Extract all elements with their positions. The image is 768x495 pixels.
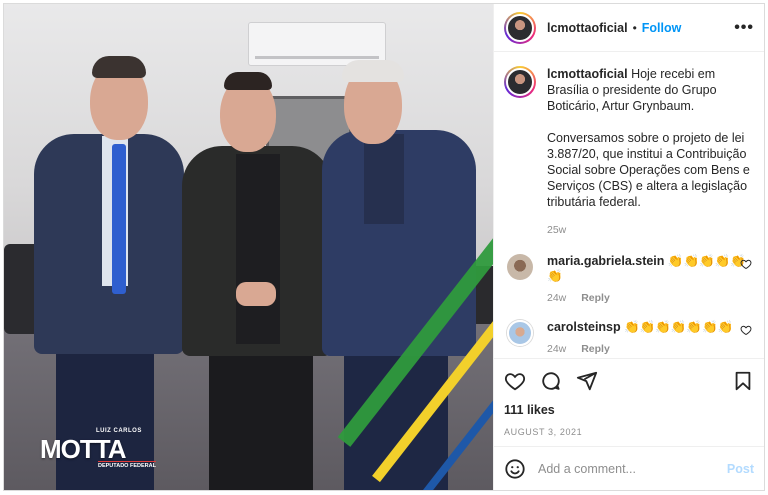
post-actions: 111 likes AUGUST 3, 2021 bbox=[494, 358, 764, 446]
motta-logo: LUIZ CARLOS MOTTA DEPUTADO FEDERAL bbox=[40, 428, 160, 472]
instagram-post: LUIZ CARLOS MOTTA DEPUTADO FEDERAL lcmot… bbox=[3, 3, 765, 491]
list-item: maria.gabriela.stein 👏👏👏👏👏👏 24w Reply bbox=[504, 254, 754, 304]
post-photo[interactable]: LUIZ CARLOS MOTTA DEPUTADO FEDERAL bbox=[4, 4, 493, 490]
comment-input[interactable] bbox=[538, 461, 727, 476]
header-separator: • bbox=[632, 20, 637, 35]
header-username[interactable]: lcmottaoficial bbox=[547, 21, 628, 35]
caption: lcmottaoficial Hoje recebi em Brasília o… bbox=[504, 66, 754, 238]
post-side-panel: lcmottaoficial • Follow ••• lcmottaofici… bbox=[493, 4, 764, 490]
avatar[interactable] bbox=[504, 11, 536, 44]
avatar[interactable] bbox=[507, 254, 533, 280]
avatar[interactable] bbox=[507, 320, 533, 346]
post-button[interactable]: Post bbox=[727, 462, 754, 476]
comment-username[interactable]: maria.gabriela.stein bbox=[547, 254, 664, 268]
caption-username[interactable]: lcmottaoficial bbox=[547, 67, 628, 81]
comment-time: 24w bbox=[547, 343, 567, 355]
heart-icon[interactable] bbox=[740, 324, 752, 336]
reply-button[interactable]: Reply bbox=[581, 343, 610, 355]
emoji-icon[interactable] bbox=[504, 458, 526, 480]
caption-text-2: Conversamos sobre o projeto de lei 3.887… bbox=[547, 131, 750, 209]
logo-sub-text: DEPUTADO FEDERAL bbox=[98, 461, 156, 469]
post-header: lcmottaoficial • Follow ••• bbox=[494, 4, 764, 52]
add-comment-bar: Post bbox=[494, 446, 764, 490]
heart-icon[interactable] bbox=[740, 258, 752, 270]
follow-button[interactable]: Follow bbox=[642, 21, 682, 35]
likes-count[interactable]: 111 likes bbox=[504, 403, 754, 417]
comment-text: 👏👏👏👏👏👏👏 bbox=[624, 320, 734, 334]
comments-list[interactable]: lcmottaoficial Hoje recebi em Brasília o… bbox=[494, 52, 764, 358]
reply-button[interactable]: Reply bbox=[581, 292, 610, 304]
caption-time: 25w bbox=[547, 224, 567, 236]
list-item: carolsteinsp 👏👏👏👏👏👏👏 24w Reply bbox=[504, 320, 754, 355]
heart-icon[interactable] bbox=[504, 370, 526, 392]
post-date: AUGUST 3, 2021 bbox=[504, 427, 583, 437]
comment-icon[interactable] bbox=[540, 370, 562, 392]
share-icon[interactable] bbox=[576, 370, 598, 392]
more-icon[interactable]: ••• bbox=[734, 19, 754, 37]
comment-time: 24w bbox=[547, 292, 567, 304]
bookmark-icon[interactable] bbox=[732, 370, 754, 392]
comment-username[interactable]: carolsteinsp bbox=[547, 320, 621, 334]
caption-avatar[interactable] bbox=[504, 66, 536, 98]
